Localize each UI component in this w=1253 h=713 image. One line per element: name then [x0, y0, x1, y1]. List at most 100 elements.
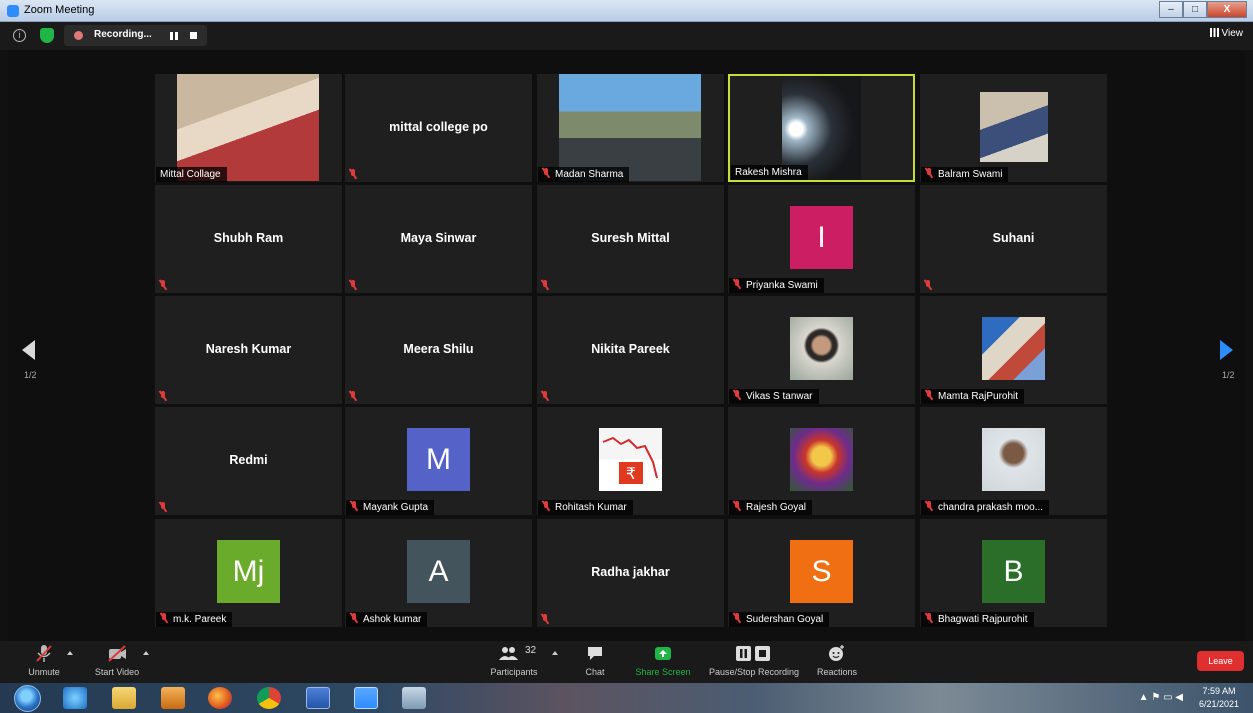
muted-mic-icon [733, 279, 741, 289]
participant-name-label: Rakesh Mishra [731, 165, 808, 180]
reactions-smiley-icon [814, 644, 860, 663]
security-shield-icon[interactable] [40, 28, 54, 43]
participant-name: chandra prakash moo... [938, 502, 1044, 513]
taskbar-clock[interactable]: 7:59 AM 6/21/2021 [1199, 685, 1239, 711]
participant-tile[interactable]: S Sudershan Goyal [728, 519, 915, 627]
chat-button[interactable]: Chat [578, 644, 612, 677]
file-explorer-icon[interactable] [112, 687, 136, 709]
muted-mic-icon [733, 501, 741, 511]
video-stage: 1/2 1/2 Mittal Collage mittal college po M… [8, 50, 1245, 641]
participant-tile[interactable]: Shubh Ram [155, 185, 342, 293]
participant-tile[interactable]: Nikita Pareek [537, 296, 724, 404]
participant-tile[interactable]: chandra prakash moo... [920, 407, 1107, 515]
profile-photo [982, 317, 1045, 380]
firefox-icon[interactable] [208, 687, 232, 709]
muted-mic-icon [925, 613, 933, 623]
participant-name-label: Priyanka Swami [729, 278, 824, 293]
participant-tile[interactable]: A Ashok kumar [345, 519, 532, 627]
participant-tile[interactable]: M Mayank Gupta [345, 407, 532, 515]
gallery-grid-icon [1209, 28, 1219, 37]
avatar: M [407, 428, 470, 491]
participant-tile[interactable]: B Bhagwati Rajpurohit [920, 519, 1107, 627]
muted-mic-icon [160, 613, 168, 623]
zoom-app-icon [7, 5, 19, 17]
maximize-button[interactable]: □ [1183, 1, 1207, 18]
participant-name: Priyanka Swami [746, 280, 818, 291]
participant-name: Mittal Collage [160, 169, 221, 180]
previous-page-arrow-icon[interactable] [22, 340, 35, 360]
participant-tile[interactable]: Suresh Mittal [537, 185, 724, 293]
start-video-button[interactable]: Start Video [90, 644, 144, 677]
participant-name-label: Rohitash Kumar [538, 500, 633, 515]
participants-caret-icon[interactable] [552, 651, 558, 655]
audio-options-caret-icon[interactable] [67, 651, 73, 655]
zoom-window: Zoom Meeting – □ X i Recording... View 1… [0, 0, 1253, 713]
internet-explorer-icon[interactable] [63, 687, 87, 709]
participant-name-label: m.k. Pareek [156, 612, 233, 627]
participant-tile[interactable]: Radha jakhar [537, 519, 724, 627]
participant-tile[interactable]: Madan Sharma [537, 74, 724, 182]
participant-tile[interactable]: Rajesh Goyal [728, 407, 915, 515]
participant-tile[interactable]: mittal college po [345, 74, 532, 182]
pause-stop-recording-button[interactable]: Pause/Stop Recording [705, 644, 803, 677]
close-button[interactable]: X [1207, 1, 1247, 18]
recording-dot-icon [74, 31, 83, 40]
participant-tile[interactable]: ₹ Rohitash Kumar [537, 407, 724, 515]
pause-stop-recording-icon [705, 644, 803, 663]
participant-tile[interactable]: Vikas S tanwar [728, 296, 915, 404]
participants-button[interactable]: 32 Participants [485, 644, 543, 677]
participant-tile[interactable]: Suhani [920, 185, 1107, 293]
participant-name-label: Sudershan Goyal [729, 612, 830, 627]
participant-tile[interactable]: Meera Shilu [345, 296, 532, 404]
pause-stop-recording-label: Pause/Stop Recording [708, 667, 800, 677]
participant-tile[interactable]: Mittal Collage [155, 74, 342, 182]
participant-name-label: Madan Sharma [538, 167, 630, 182]
participant-name-label: Rajesh Goyal [729, 500, 813, 515]
muted-microphone-icon [22, 644, 66, 663]
view-button[interactable]: View [1209, 28, 1244, 39]
muted-mic-icon [924, 280, 932, 290]
reactions-button[interactable]: Reactions [814, 644, 860, 677]
minimize-button[interactable]: – [1159, 1, 1183, 18]
pause-recording-icon[interactable] [170, 32, 178, 40]
start-button-icon[interactable] [14, 685, 41, 712]
participant-video [177, 74, 319, 181]
participant-video [559, 74, 701, 181]
clock-time: 7:59 AM [1202, 686, 1236, 696]
participant-tile[interactable]: I Priyanka Swami [728, 185, 915, 293]
participant-tile[interactable]: Balram Swami [920, 74, 1107, 182]
participant-tile[interactable]: Maya Sinwar [345, 185, 532, 293]
participant-tile[interactable]: Naresh Kumar [155, 296, 342, 404]
participant-tile[interactable]: Mj m.k. Pareek [155, 519, 342, 627]
next-page-arrow-icon[interactable] [1220, 340, 1233, 360]
participant-tile[interactable]: Rakesh Mishra [728, 74, 915, 182]
media-player-icon[interactable] [161, 687, 185, 709]
stop-recording-icon[interactable] [190, 32, 197, 39]
zoom-taskbar-icon[interactable] [354, 687, 378, 709]
avatar: S [790, 540, 853, 603]
paint-icon[interactable] [402, 687, 426, 709]
profile-photo [790, 317, 853, 380]
muted-mic-icon [925, 501, 933, 511]
participant-display-name: Suhani [992, 231, 1035, 245]
participants-label: Participants [490, 667, 538, 677]
participant-video [980, 92, 1048, 162]
participant-tile[interactable]: Redmi [155, 407, 342, 515]
participant-name-label: Bhagwati Rajpurohit [921, 612, 1034, 627]
page-indicator-left: 1/2 [24, 370, 37, 380]
video-options-caret-icon[interactable] [143, 651, 149, 655]
word-icon[interactable] [306, 687, 330, 709]
view-label: View [1221, 28, 1244, 39]
participant-tile[interactable]: Mamta RajPurohit [920, 296, 1107, 404]
chrome-icon[interactable] [257, 687, 281, 709]
participant-display-name: Redmi [229, 453, 268, 467]
participant-name: Ashok kumar [363, 614, 422, 625]
unmute-button[interactable]: Unmute [22, 644, 66, 677]
share-screen-button[interactable]: Share Screen [634, 644, 692, 677]
system-tray-icons[interactable]: ▲ ⚑ ▭ ◀ [1139, 692, 1183, 703]
leave-button[interactable]: Leave [1197, 651, 1244, 671]
meeting-toolbar: Unmute Start Video 32 Participants Chat [0, 641, 1253, 683]
window-titlebar: Zoom Meeting – □ X [0, 0, 1253, 22]
muted-mic-icon [159, 280, 167, 290]
meeting-info-icon[interactable]: i [13, 29, 26, 42]
